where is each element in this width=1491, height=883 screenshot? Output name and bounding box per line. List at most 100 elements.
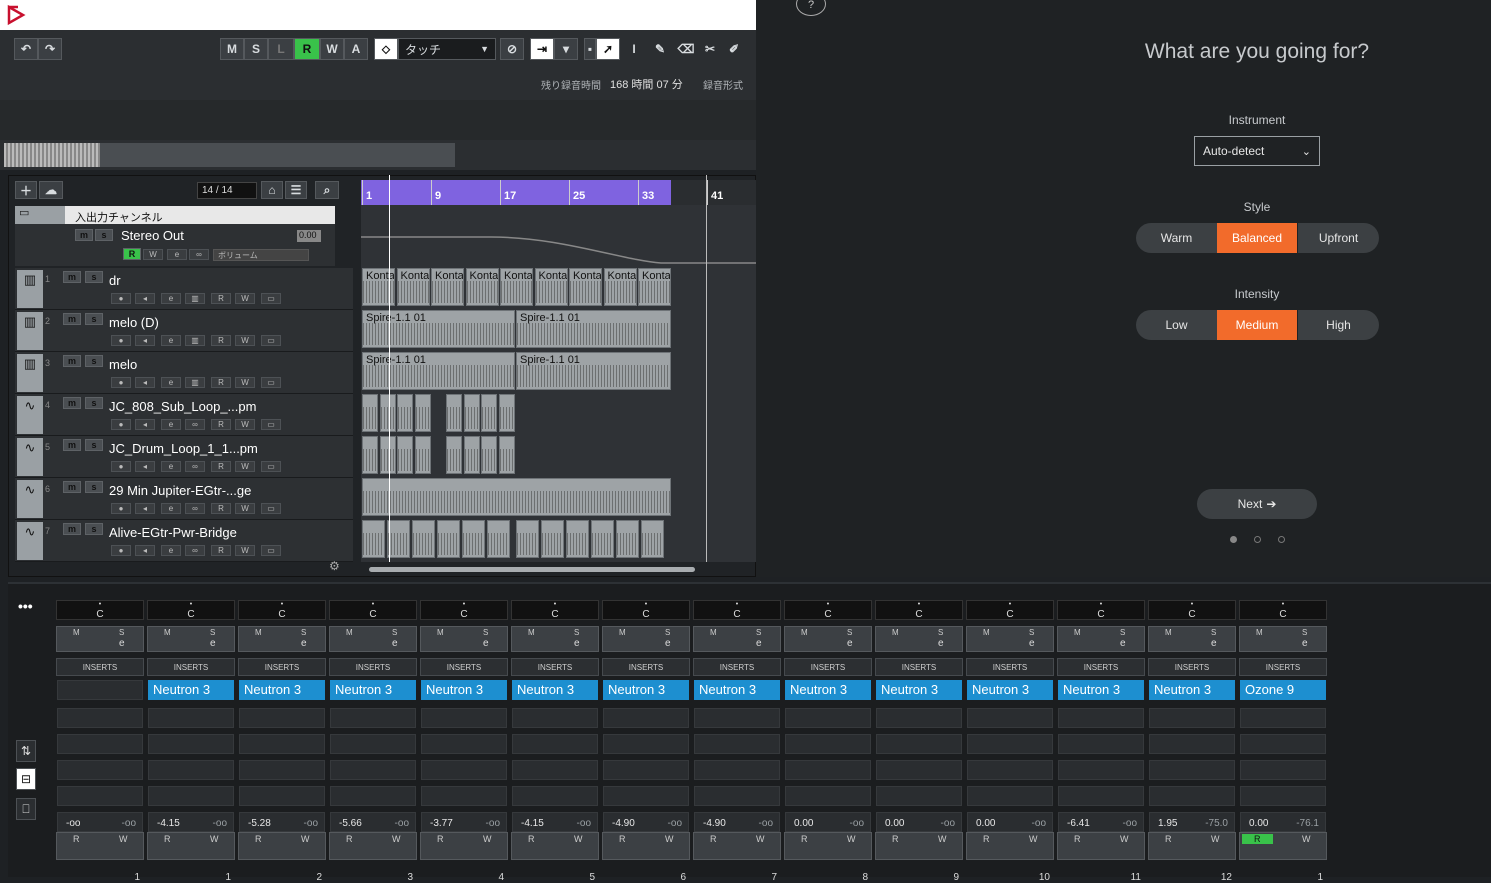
- solo-button[interactable]: s: [85, 355, 103, 367]
- inserts-header[interactable]: INSERTS: [1148, 658, 1236, 676]
- volume-readout[interactable]: -5.28: [248, 818, 271, 829]
- pan-knob[interactable]: • C: [784, 600, 872, 620]
- record-enable-icon[interactable]: ●: [111, 419, 131, 430]
- event-clip[interactable]: Konta: [362, 268, 395, 306]
- read-button[interactable]: R: [73, 834, 80, 844]
- monitor-icon[interactable]: ◂: [135, 293, 155, 304]
- visibility-button[interactable]: ⌂: [261, 181, 283, 199]
- track-row[interactable]: ▥ 1 m s dr ● ◂ e ▥ R W ▭: [15, 268, 353, 310]
- solo-button[interactable]: S: [392, 628, 397, 637]
- insert-slot-empty[interactable]: [1058, 734, 1144, 754]
- monitor-icon[interactable]: ◂: [135, 461, 155, 472]
- inspector-icon[interactable]: ▭: [261, 377, 281, 388]
- instrument-select[interactable]: Auto-detect ⌄: [1194, 136, 1320, 166]
- automation-mode-select[interactable]: タッチ ▼: [398, 38, 496, 60]
- write-button[interactable]: W: [665, 834, 674, 844]
- volume-readout[interactable]: 0.00: [885, 818, 904, 829]
- read-button[interactable]: R: [528, 834, 535, 844]
- event-clip[interactable]: [463, 394, 480, 432]
- insert-slot-empty[interactable]: [57, 786, 143, 806]
- solo-button[interactable]: s: [85, 271, 103, 283]
- insert-slot-empty[interactable]: [330, 708, 416, 728]
- event-clip[interactable]: Spire-1.1 01: [362, 310, 515, 348]
- write-button[interactable]: W: [235, 377, 255, 388]
- mute-button[interactable]: M: [801, 628, 808, 637]
- object-select-tool[interactable]: ▪: [584, 38, 596, 60]
- insert-slot-empty[interactable]: [512, 734, 598, 754]
- insert-slot-empty[interactable]: [785, 734, 871, 754]
- read-button[interactable]: R: [211, 461, 231, 472]
- event-clip[interactable]: [462, 520, 485, 558]
- event-clip[interactable]: Konta: [534, 268, 568, 306]
- write-button[interactable]: W: [392, 834, 401, 844]
- event-clip[interactable]: [481, 394, 497, 432]
- event-clip[interactable]: [397, 436, 413, 474]
- write-button[interactable]: W: [235, 461, 255, 472]
- record-enable-icon[interactable]: ●: [111, 545, 131, 556]
- pan-knob[interactable]: • C: [1057, 600, 1145, 620]
- edit-button[interactable]: e: [167, 249, 187, 260]
- insert-slot-empty[interactable]: [694, 734, 780, 754]
- mute-button[interactable]: M: [619, 628, 626, 637]
- insert-slot-empty[interactable]: [148, 734, 234, 754]
- monitor-icon[interactable]: ◂: [135, 377, 155, 388]
- write-button[interactable]: W: [235, 545, 255, 556]
- link-icon[interactable]: ∞: [185, 419, 205, 430]
- insert-slot-empty[interactable]: [876, 708, 962, 728]
- channel-strip-icon[interactable]: ⊟: [16, 768, 36, 790]
- event-clip[interactable]: [498, 436, 515, 474]
- insert-slot-empty[interactable]: [1240, 708, 1326, 728]
- event-clip[interactable]: Spire-1.1 01: [516, 352, 671, 390]
- event-clip[interactable]: [616, 520, 639, 558]
- inspector-icon[interactable]: ▭: [261, 545, 281, 556]
- rack-icon[interactable]: ⎕: [16, 798, 36, 820]
- text-tool-icon[interactable]: I: [622, 38, 646, 60]
- instrument-edit-icon[interactable]: ▥: [185, 293, 205, 304]
- insert-slot-empty[interactable]: [1149, 760, 1235, 780]
- monitor-icon[interactable]: ◂: [135, 545, 155, 556]
- page-dot-3[interactable]: [1278, 536, 1285, 543]
- volume-readout[interactable]: -4.90: [703, 818, 726, 829]
- event-clip[interactable]: [397, 394, 413, 432]
- volume-readout[interactable]: -oo: [66, 818, 80, 829]
- record-enable-icon[interactable]: ●: [111, 461, 131, 472]
- event-clip[interactable]: [437, 520, 460, 558]
- write-button[interactable]: W: [235, 335, 255, 346]
- pan-knob[interactable]: • C: [1148, 600, 1236, 620]
- insert-slot-empty[interactable]: [694, 786, 780, 806]
- track-row[interactable]: ∿ 5 m s JC_Drum_Loop_1_1...pm ● ◂ e ∞ R …: [15, 436, 353, 478]
- track-name[interactable]: dr: [109, 273, 121, 288]
- read-button[interactable]: R: [892, 834, 899, 844]
- insert-slot-empty[interactable]: [1058, 786, 1144, 806]
- insert-slot-empty[interactable]: [603, 760, 689, 780]
- edit-button[interactable]: e: [301, 638, 307, 649]
- volume-readout[interactable]: 1.95: [1158, 818, 1177, 829]
- track-row[interactable]: ∿ 6 m s 29 Min Jupiter-EGtr-...ge ● ◂ e …: [15, 478, 353, 520]
- pan-knob[interactable]: • C: [147, 600, 235, 620]
- insert-plugin[interactable]: Neutron 3: [239, 680, 325, 700]
- inserts-header[interactable]: INSERTS: [602, 658, 690, 676]
- inserts-header[interactable]: INSERTS: [420, 658, 508, 676]
- inserts-header[interactable]: INSERTS: [1057, 658, 1145, 676]
- event-clip[interactable]: [481, 436, 497, 474]
- track-row[interactable]: ▥ 3 m s melo ● ◂ e ▥ R W ▭: [15, 352, 353, 394]
- intensity-option-medium[interactable]: Medium: [1217, 310, 1297, 340]
- insert-slot-empty[interactable]: [967, 734, 1053, 754]
- inserts-header[interactable]: INSERTS: [693, 658, 781, 676]
- autoscroll-icon[interactable]: ⇥: [530, 38, 554, 60]
- insert-plugin[interactable]: Ozone 9: [1240, 680, 1326, 700]
- volume-readout[interactable]: -4.15: [157, 818, 180, 829]
- insert-slot-empty[interactable]: [512, 708, 598, 728]
- automation-panel-button[interactable]: A: [344, 38, 368, 60]
- event-clip[interactable]: [641, 520, 664, 558]
- track-presets-button[interactable]: ☁: [39, 181, 63, 199]
- event-clip[interactable]: [362, 478, 671, 516]
- inserts-header[interactable]: INSERTS: [875, 658, 963, 676]
- insert-plugin[interactable]: Neutron 3: [876, 680, 962, 700]
- event-clip[interactable]: [387, 520, 410, 558]
- eraser-tool-icon[interactable]: ⌫: [674, 38, 698, 60]
- write-button[interactable]: W: [143, 249, 163, 260]
- solo-button[interactable]: S: [1302, 628, 1307, 637]
- read-button[interactable]: R: [710, 834, 717, 844]
- mute-button[interactable]: M: [1256, 628, 1263, 637]
